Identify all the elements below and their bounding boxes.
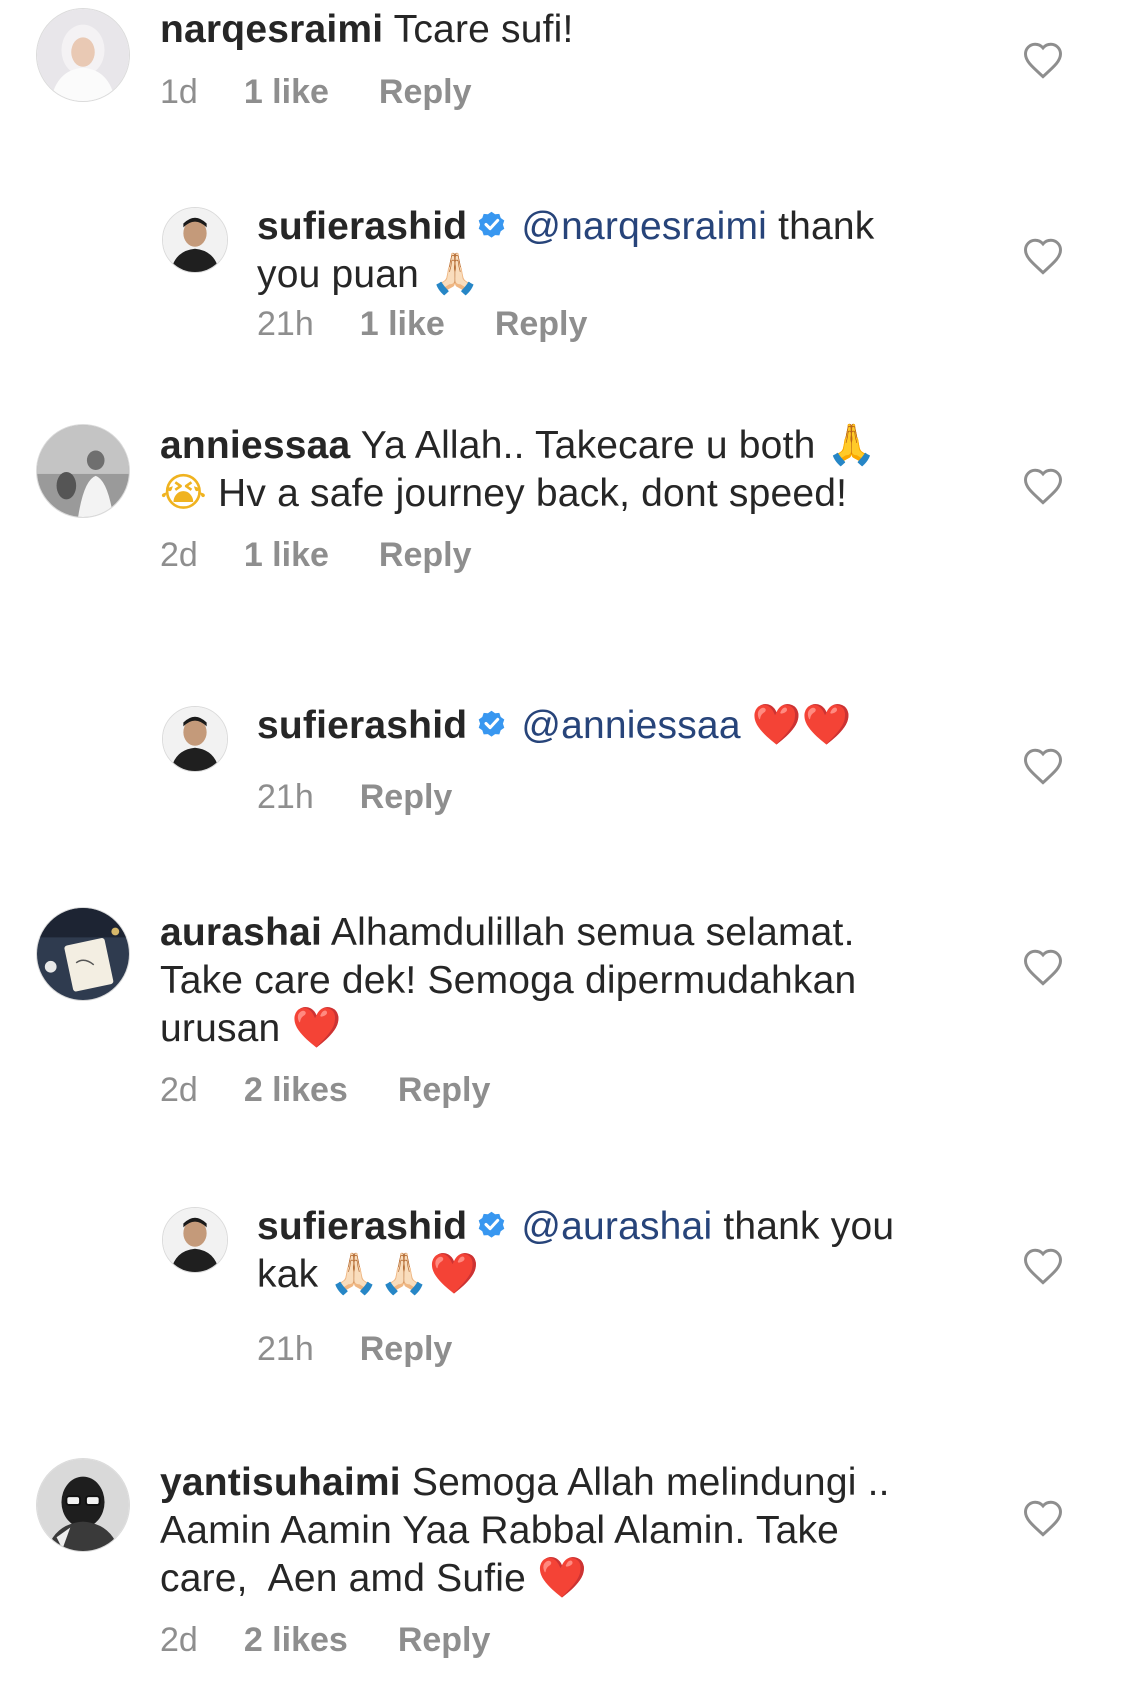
avatar[interactable] — [36, 8, 130, 102]
comment-body: sufierashid @aurashai thank you kak 🙏🏻🙏🏻… — [257, 1203, 957, 1299]
timestamp: 21h — [257, 1330, 314, 1368]
reply-button[interactable]: Reply — [360, 1330, 453, 1369]
red-heart-emoji: ❤️ — [751, 702, 802, 748]
username[interactable]: yantisuhaimi — [160, 1461, 401, 1504]
comment-meta: 21h 1 like Reply — [257, 305, 587, 344]
comment-text: you puan — [257, 253, 431, 296]
likes-count[interactable]: 2 likes — [244, 1621, 348, 1660]
folded-hands-emoji: 🙏 — [826, 422, 877, 468]
heart-outline-icon[interactable] — [1022, 40, 1064, 80]
avatar[interactable] — [162, 1207, 228, 1273]
comment-meta: 21h Reply — [257, 778, 452, 817]
red-heart-emoji: ❤️ — [429, 1251, 480, 1297]
comment-meta: 2d 2 likes Reply — [160, 1071, 490, 1110]
mention-link[interactable]: @aurashai — [521, 1205, 712, 1248]
heart-outline-icon[interactable] — [1022, 466, 1064, 506]
reply-button[interactable]: Reply — [379, 536, 472, 575]
reply-button[interactable]: Reply — [360, 778, 453, 817]
heart-outline-icon[interactable] — [1022, 236, 1064, 276]
reply-button[interactable]: Reply — [398, 1071, 491, 1110]
red-heart-emoji: ❤️ — [801, 702, 852, 748]
comment-text: Semoga Allah melindungi .. — [411, 1461, 890, 1504]
comment-text: Hv a safe journey back, dont speed! — [206, 472, 848, 515]
comment-meta: 1d 1 like Reply — [160, 73, 472, 112]
comment-meta: 2d 2 likes Reply — [160, 1621, 490, 1660]
username[interactable]: sufierashid — [257, 205, 467, 248]
likes-count[interactable]: 1 like — [244, 73, 329, 112]
comment-body: anniessaa Ya Allah.. Takecare u both 🙏 😭… — [160, 422, 960, 518]
folded-hands-emoji: 🙏🏻 — [430, 251, 481, 297]
comment-body: yantisuhaimi Semoga Allah melindungi .. … — [160, 1459, 960, 1603]
comment-body: aurashai Alhamdulillah semua selamat. Ta… — [160, 909, 960, 1053]
red-heart-emoji: ❤️ — [291, 1005, 342, 1051]
comment-text: thank you — [712, 1205, 895, 1248]
timestamp: 1d — [160, 73, 198, 111]
timestamp: 2d — [160, 1621, 198, 1659]
reply-button[interactable]: Reply — [495, 305, 588, 344]
comment-text: Alhamdulillah semua selamat. — [330, 911, 855, 954]
reply-button[interactable]: Reply — [398, 1621, 491, 1660]
likes-count[interactable]: 1 like — [360, 305, 445, 344]
comment-text: Ya Allah.. Takecare u both — [360, 424, 827, 467]
comment-body: narqesraimi Tcare sufi! — [160, 6, 960, 54]
comment-text: kak — [257, 1253, 330, 1296]
mention-link[interactable]: @narqesraimi — [521, 205, 767, 248]
avatar[interactable] — [162, 207, 228, 273]
timestamp: 2d — [160, 1071, 198, 1109]
username[interactable]: sufierashid — [257, 704, 467, 747]
folded-hands-emoji: 🙏🏻 — [329, 1251, 380, 1297]
red-heart-emoji: ❤️ — [537, 1555, 588, 1601]
verified-badge-icon — [478, 710, 505, 737]
comment-text: Take care dek! Semoga dipermudahkan — [160, 959, 857, 1002]
folded-hands-emoji: 🙏🏻 — [379, 1251, 430, 1297]
heart-outline-icon[interactable] — [1022, 947, 1064, 987]
username[interactable]: narqesraimi — [160, 8, 383, 51]
comment-body: sufierashid @anniessaa ❤️❤️ — [257, 702, 957, 750]
heart-outline-icon[interactable] — [1022, 1246, 1064, 1286]
avatar[interactable] — [36, 424, 130, 518]
likes-count[interactable]: 2 likes — [244, 1071, 348, 1110]
likes-count[interactable]: 1 like — [244, 536, 329, 575]
comment-text: care, Aen amd Sufie — [160, 1557, 538, 1600]
comment-text: Aamin Aamin Yaa Rabbal Alamin. Take — [160, 1509, 840, 1552]
loudly-crying-face-emoji: 😭 — [160, 470, 207, 516]
heart-outline-icon[interactable] — [1022, 1498, 1064, 1538]
verified-badge-icon — [478, 1211, 505, 1238]
comment-text: Tcare sufi! — [393, 8, 574, 51]
heart-outline-icon[interactable] — [1022, 746, 1064, 786]
comment-text: thank — [767, 205, 875, 248]
comment-meta: 21h Reply — [257, 1330, 452, 1369]
username[interactable]: sufierashid — [257, 1205, 467, 1248]
username[interactable]: anniessaa — [160, 424, 350, 467]
comment-text: urusan — [160, 1007, 292, 1050]
timestamp: 21h — [257, 305, 314, 343]
reply-button[interactable]: Reply — [379, 73, 472, 112]
verified-badge-icon — [478, 211, 505, 238]
avatar[interactable] — [36, 907, 130, 1001]
comment-body: sufierashid @narqesraimi thank you puan … — [257, 203, 957, 299]
avatar[interactable] — [36, 1458, 130, 1552]
mention-link[interactable]: @anniessaa — [521, 704, 740, 747]
username[interactable]: aurashai — [160, 911, 322, 954]
avatar[interactable] — [162, 706, 228, 772]
comment-meta: 2d 1 like Reply — [160, 536, 472, 575]
timestamp: 2d — [160, 536, 198, 574]
timestamp: 21h — [257, 778, 314, 816]
